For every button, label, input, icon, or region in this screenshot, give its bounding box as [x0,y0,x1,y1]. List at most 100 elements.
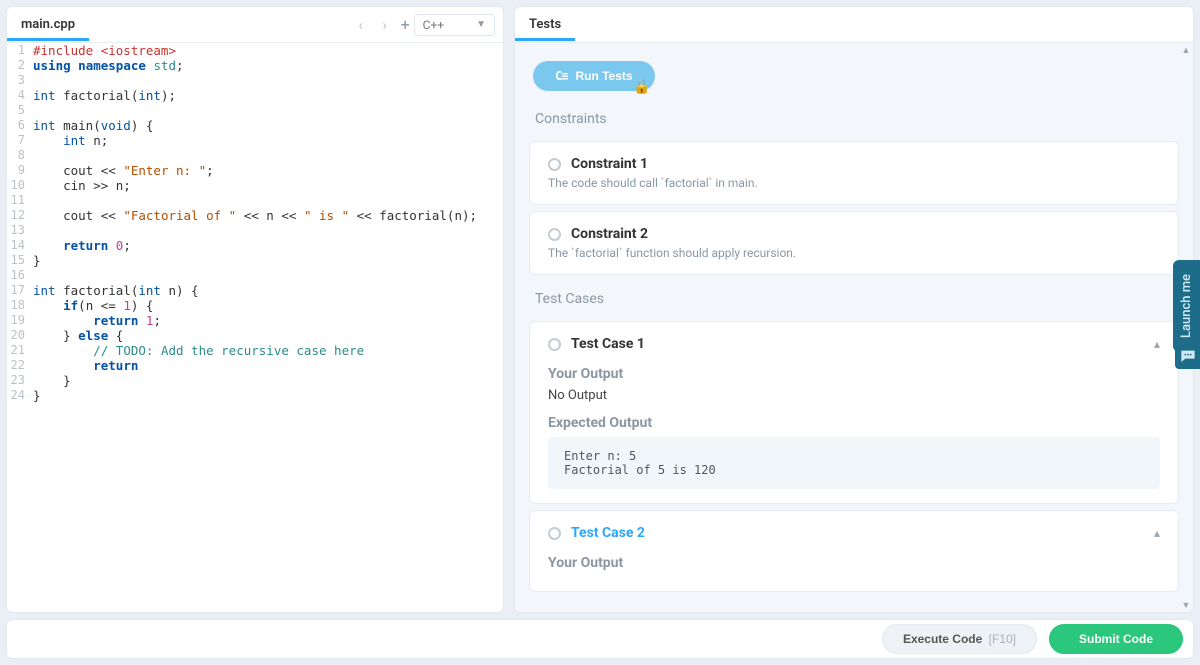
code-content[interactable]: // TODO: Add the recursive case here [31,343,503,358]
code-content[interactable]: cin >> n; [31,178,503,193]
code-line[interactable]: 4int factorial(int); [7,88,503,103]
chat-icon[interactable] [1175,343,1200,369]
code-line[interactable]: 9 cout << "Enter n: "; [7,163,503,178]
language-select[interactable]: C++ ▼ [414,14,495,36]
constraint-desc: The code should call `factorial` in main… [548,176,1160,190]
line-number: 17 [7,283,31,298]
code-content[interactable] [31,193,503,208]
code-line[interactable]: 2using namespace std; [7,58,503,73]
execute-code-button[interactable]: Execute Code [F10] [882,624,1037,654]
constraint-title: Constraint 1 [571,156,648,172]
expected-output-value: Enter n: 5 Factorial of 5 is 120 [548,437,1160,489]
code-content[interactable]: } [31,253,503,268]
code-line[interactable]: 24} [7,388,503,403]
code-line[interactable]: 5 [7,103,503,118]
line-number: 5 [7,103,31,118]
status-circle-icon [548,338,561,351]
code-editor[interactable]: 1#include <iostream>2using namespace std… [7,43,503,612]
test-case-card[interactable]: Test Case 2 ▴ Your Output [529,510,1179,592]
line-number: 7 [7,133,31,148]
code-content[interactable]: } [31,388,503,403]
add-file-button[interactable]: + [401,15,410,34]
code-line[interactable]: 16 [7,268,503,283]
editor-header: main.cpp ‹ › + C++ ▼ [7,7,503,43]
submit-code-button[interactable]: Submit Code [1049,624,1183,654]
code-content[interactable]: cout << "Enter n: "; [31,163,503,178]
next-file-button[interactable]: › [373,13,397,37]
code-line[interactable]: 14 return 0; [7,238,503,253]
code-content[interactable]: return [31,358,503,373]
chevron-down-icon: ▼ [476,19,486,30]
line-number: 24 [7,388,31,403]
status-circle-icon [548,527,561,540]
code-line[interactable]: 22 return [7,358,503,373]
code-line[interactable]: 17int factorial(int n) { [7,283,503,298]
your-output-label: Your Output [548,366,1160,382]
test-case-title: Test Case 2 [571,525,645,541]
code-content[interactable]: int n; [31,133,503,148]
code-line[interactable]: 23 } [7,373,503,388]
lock-icon: 🔒 [633,79,650,95]
code-content[interactable]: int factorial(int n) { [31,283,503,298]
code-line[interactable]: 7 int n; [7,133,503,148]
line-number: 8 [7,148,31,163]
line-number: 2 [7,58,31,73]
chevron-up-icon[interactable]: ▴ [1154,337,1160,351]
scroll-up-icon[interactable]: ▲ [1179,43,1193,57]
expected-output-label: Expected Output [548,415,1160,431]
language-label: C++ [423,18,444,32]
code-line[interactable]: 1#include <iostream> [7,43,503,58]
code-content[interactable] [31,268,503,283]
status-circle-icon [548,228,561,241]
code-content[interactable]: cout << "Factorial of " << n << " is " <… [31,208,503,223]
code-content[interactable]: return 0; [31,238,503,253]
line-number: 16 [7,268,31,283]
line-number: 14 [7,238,31,253]
code-line[interactable]: 20 } else { [7,328,503,343]
line-number: 20 [7,328,31,343]
code-line[interactable]: 10 cin >> n; [7,178,503,193]
code-line[interactable]: 8 [7,148,503,163]
launch-me-tab[interactable]: Launch me [1173,260,1200,352]
test-case-card[interactable]: Test Case 1 ▴ Your Output No Output Expe… [529,321,1179,504]
code-content[interactable]: } [31,373,503,388]
code-content[interactable]: if(n <= 1) { [31,298,503,313]
code-line[interactable]: 11 [7,193,503,208]
prev-file-button[interactable]: ‹ [349,13,373,37]
constraints-heading: Constraints [515,101,1193,135]
code-content[interactable]: } else { [31,328,503,343]
line-number: 23 [7,373,31,388]
code-content[interactable]: int main(void) { [31,118,503,133]
chevron-up-icon[interactable]: ▴ [1154,526,1160,540]
code-content[interactable] [31,148,503,163]
code-content[interactable]: using namespace std; [31,58,503,73]
tests-tab[interactable]: Tests [515,9,575,41]
scroll-down-icon[interactable]: ▼ [1179,598,1193,612]
code-line[interactable]: 6int main(void) { [7,118,503,133]
code-content[interactable] [31,103,503,118]
code-content[interactable]: #include <iostream> [31,43,503,58]
constraint-desc: The `factorial` function should apply re… [548,246,1160,260]
run-tests-icon: C≡ [555,69,567,83]
file-tab[interactable]: main.cpp [7,9,89,41]
code-line[interactable]: 12 cout << "Factorial of " << n << " is … [7,208,503,223]
line-number: 13 [7,223,31,238]
constraint-card: Constraint 1 The code should call `facto… [529,141,1179,205]
tests-header: Tests [515,7,1193,43]
code-line[interactable]: 19 return 1; [7,313,503,328]
your-output-label: Your Output [548,555,1160,571]
constraint-title: Constraint 2 [571,226,648,242]
line-number: 12 [7,208,31,223]
code-content[interactable] [31,73,503,88]
code-content[interactable] [31,223,503,238]
line-number: 15 [7,253,31,268]
code-line[interactable]: 15} [7,253,503,268]
tests-body: C≡ Run Tests 🔒 Constraints Constraint 1 … [515,43,1193,612]
code-line[interactable]: 18 if(n <= 1) { [7,298,503,313]
code-content[interactable]: int factorial(int); [31,88,503,103]
code-content[interactable]: return 1; [31,313,503,328]
line-number: 3 [7,73,31,88]
code-line[interactable]: 21 // TODO: Add the recursive case here [7,343,503,358]
code-line[interactable]: 13 [7,223,503,238]
code-line[interactable]: 3 [7,73,503,88]
